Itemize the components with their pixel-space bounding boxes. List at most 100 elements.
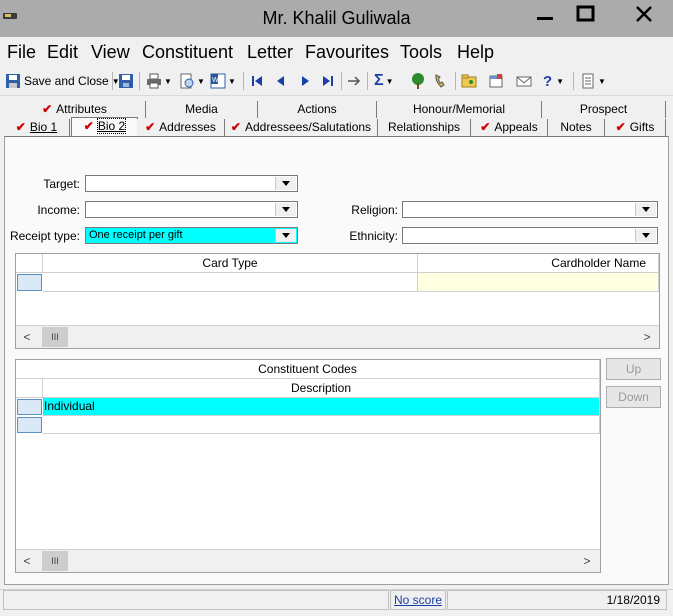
card-type-cell[interactable]: [43, 273, 418, 292]
chevron-down-icon: ▼: [164, 76, 172, 86]
tree-button[interactable]: [410, 71, 426, 91]
tab-label: Prospect: [579, 102, 628, 116]
horizontal-scrollbar[interactable]: < III >: [16, 549, 600, 572]
scroll-right-icon[interactable]: >: [576, 550, 598, 572]
constituent-codes-title: Constituent Codes: [16, 360, 600, 379]
arrow-right-icon: [348, 76, 361, 86]
chevron-down-icon: ▼: [228, 76, 236, 86]
tab-appeals[interactable]: ✔ Appeals: [471, 119, 548, 136]
scroll-thumb[interactable]: III: [42, 327, 68, 347]
toolbar-separator: [455, 72, 456, 90]
tab-label: Bio 1: [29, 120, 58, 134]
no-score-link[interactable]: No score: [390, 590, 446, 610]
row-selector[interactable]: [17, 399, 42, 415]
menu-view[interactable]: View: [91, 42, 130, 63]
tree-icon: [412, 73, 424, 89]
last-record-button[interactable]: [320, 71, 336, 91]
tab-addressees-salutations[interactable]: ✔ Addressees/Salutations: [225, 119, 378, 136]
menu-help[interactable]: Help: [457, 42, 494, 63]
toolbar-separator: [341, 72, 342, 90]
toolbar-separator: [243, 72, 244, 90]
row-selector[interactable]: [17, 417, 42, 433]
menu-edit[interactable]: Edit: [47, 42, 78, 63]
status-date: 1/18/2019: [447, 590, 667, 610]
save-close-icon: [6, 74, 20, 88]
religion-combo[interactable]: [402, 201, 658, 218]
save-button[interactable]: [118, 71, 134, 91]
card-type-header[interactable]: Card Type: [43, 254, 418, 273]
target-combo[interactable]: [85, 175, 298, 192]
word-button[interactable]: W ▼: [210, 71, 236, 91]
envelope-icon: [516, 76, 532, 87]
tab-prospect[interactable]: Prospect: [542, 101, 666, 118]
menu-file[interactable]: File: [7, 42, 36, 63]
dropdown-arrow-icon[interactable]: [635, 229, 656, 242]
code-row[interactable]: Individual: [43, 398, 600, 416]
toolbar-separator: [573, 72, 574, 90]
previous-icon: [277, 76, 284, 86]
previous-record-button[interactable]: [273, 71, 289, 91]
dropdown-arrow-icon[interactable]: [635, 203, 656, 216]
first-record-button[interactable]: [249, 71, 265, 91]
tab-label: Gifts: [629, 120, 655, 134]
menu-tools[interactable]: Tools: [400, 42, 442, 63]
tab-attributes[interactable]: ✔ Attributes: [4, 101, 146, 118]
constituent-codes-grid[interactable]: Constituent Codes Description Individual…: [15, 359, 601, 573]
print-button[interactable]: ▼: [146, 71, 172, 91]
tab-notes[interactable]: Notes: [548, 119, 605, 136]
next-record-button[interactable]: [297, 71, 313, 91]
cardholder-name-cell[interactable]: [418, 273, 659, 292]
tab-label: Appeals: [494, 120, 538, 134]
receipt-type-combo[interactable]: One receipt per gift: [85, 227, 298, 244]
tab-bio-2[interactable]: ✔ Bio 2: [71, 117, 138, 138]
tab-media[interactable]: Media: [146, 101, 258, 118]
grid-corner: [16, 379, 43, 398]
properties-button[interactable]: [488, 71, 504, 91]
phone-button[interactable]: [433, 71, 449, 91]
tab-honour-memorial[interactable]: Honour/Memorial: [377, 101, 542, 118]
scroll-left-icon[interactable]: <: [16, 326, 38, 348]
dropdown-arrow-icon[interactable]: [275, 229, 296, 242]
scroll-right-icon[interactable]: >: [636, 326, 658, 348]
help-button[interactable]: ? ▼: [543, 71, 564, 91]
scroll-left-icon[interactable]: <: [16, 550, 38, 572]
menu-favourites[interactable]: Favourites: [305, 42, 389, 63]
phone-icon: [435, 74, 445, 88]
dropdown-arrow-icon[interactable]: [275, 203, 296, 216]
email-button[interactable]: [516, 71, 532, 91]
menu-constituent[interactable]: Constituent: [142, 42, 233, 63]
minimize-button[interactable]: [524, 0, 566, 30]
income-label: Income:: [37, 203, 80, 217]
tab-actions[interactable]: Actions: [258, 101, 377, 118]
tab-gifts[interactable]: ✔ Gifts: [605, 119, 666, 136]
tab-label: Attributes: [56, 102, 107, 116]
description-header[interactable]: Description: [43, 379, 600, 398]
tab-relationships[interactable]: Relationships: [378, 119, 471, 136]
tab-label: Addresses: [159, 120, 216, 134]
code-row-empty[interactable]: [43, 416, 600, 434]
row-selector[interactable]: [17, 274, 42, 291]
up-button[interactable]: Up: [606, 358, 661, 380]
tab-addresses[interactable]: ✔ Addresses: [137, 119, 225, 136]
go-to-button[interactable]: [346, 71, 362, 91]
scroll-thumb[interactable]: III: [42, 551, 68, 571]
notes-button[interactable]: ▼: [580, 71, 606, 91]
maximize-button[interactable]: [565, 0, 607, 30]
tab-bio-1[interactable]: ✔ Bio 1: [4, 119, 70, 136]
menu-letter[interactable]: Letter: [247, 42, 293, 63]
folder-button[interactable]: [461, 71, 477, 91]
question-icon: ?: [543, 72, 553, 90]
grid-corner: [16, 254, 43, 273]
print-preview-button[interactable]: ▼: [179, 71, 205, 91]
summary-button[interactable]: Σ ▼: [374, 71, 394, 91]
close-button[interactable]: [615, 0, 673, 30]
card-grid[interactable]: Card Type Cardholder Name < III >: [15, 253, 660, 349]
save-and-close-button[interactable]: Save and Close ▼: [5, 71, 120, 91]
dropdown-arrow-icon[interactable]: [275, 177, 296, 190]
receipt-type-value: One receipt per gift: [89, 229, 183, 241]
cardholder-name-header[interactable]: Cardholder Name: [418, 254, 659, 273]
ethnicity-combo[interactable]: [402, 227, 658, 244]
down-button[interactable]: Down: [606, 386, 661, 408]
income-combo[interactable]: [85, 201, 298, 218]
horizontal-scrollbar[interactable]: < III >: [16, 325, 659, 348]
